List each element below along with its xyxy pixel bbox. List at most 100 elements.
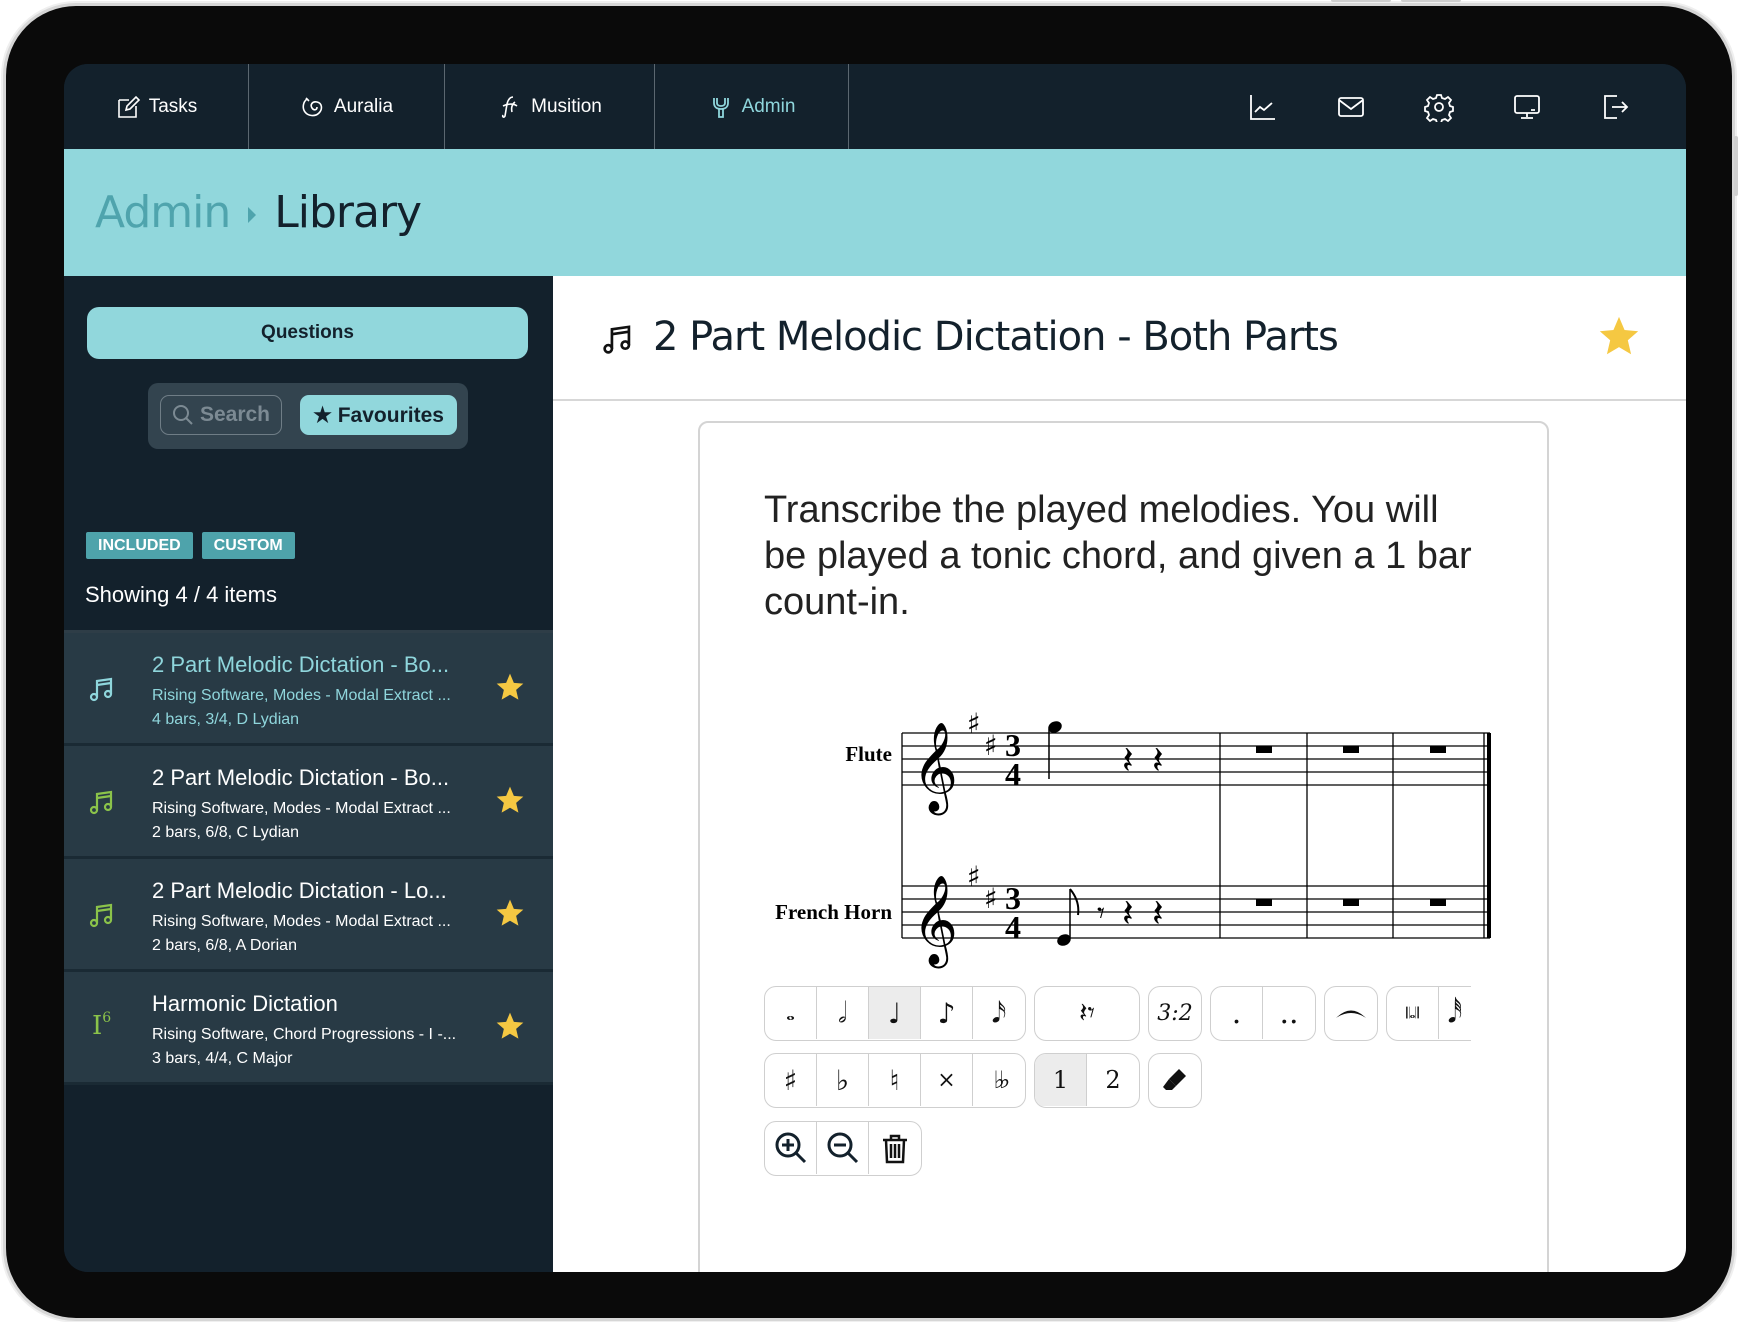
favourites-button[interactable]: ★ Favourites [300,395,457,435]
star-icon[interactable] [494,671,526,703]
star-icon[interactable] [494,897,526,929]
music-note-icon [89,903,113,928]
double-sharp-button[interactable]: × [921,1054,973,1106]
wrench-icon [712,97,729,118]
rest-group: 𝄽𝄾 [1034,986,1140,1041]
part-label-flute: Flute [845,742,892,766]
chord-inversion: 6 [102,1010,112,1026]
sharp-icon: ♯ [967,707,981,740]
monitor-icon[interactable] [1512,92,1542,122]
list-item-title: 2 Part Melodic Dictation - Bo... [152,652,450,677]
eraser-button[interactable] [1149,1054,1201,1106]
flat-button[interactable]: ♭ [817,1054,869,1106]
musition-logo-icon [502,95,518,118]
music-note-icon [89,790,113,815]
question-header: 2 Part Melodic Dictation - Both Parts [553,276,1686,401]
tuplet-button[interactable]: 3:2 [1149,987,1201,1039]
bar-rests [1256,746,1446,906]
half-note-button[interactable]: 𝅗𝅥 [817,987,869,1039]
search-button[interactable]: Search [160,395,282,435]
flute-notes [1048,721,1062,779]
star-icon[interactable] [494,784,526,816]
nav-tab-tasks[interactable]: Tasks [64,64,249,149]
list-item[interactable]: I6 Harmonic Dictation Rising Software, C… [64,972,553,1085]
gear-icon[interactable] [1424,92,1454,122]
zoom-out-button[interactable] [817,1122,869,1174]
questions-button[interactable]: Questions [87,307,528,359]
question-title: 2 Part Melodic Dictation - Both Parts [653,314,1339,360]
sixteenth-note-button[interactable]: 𝅘𝅥𝅯 [973,987,1025,1039]
tag-included[interactable]: INCLUDED [86,532,193,559]
sharp-button[interactable]: ♯ [765,1054,817,1106]
sharp-icon: ♯ [984,882,998,915]
whole-note-button[interactable]: 𝅝 [765,987,817,1039]
delete-button[interactable] [869,1122,921,1174]
rest-button[interactable]: 𝄽𝄾 [1035,987,1139,1039]
tag-custom[interactable]: CUSTOM [201,532,295,559]
edit-icon [117,95,140,118]
nav-tab-auralia[interactable]: Auralia [249,64,445,149]
natural-button[interactable]: ♮ [869,1054,921,1106]
quarter-rest-icon: 𝄽 [1122,738,1134,782]
time-signature: 34 34 [1005,727,1021,945]
trash-icon [883,1134,907,1164]
list-item[interactable]: 2 Part Melodic Dictation - Lo... Rising … [64,859,553,972]
sharp-icon: ♯ [967,860,981,893]
list-item-subtitle: Rising Software, Chord Progressions - I … [152,1026,457,1043]
nav-tab-musition[interactable]: Musition [445,64,655,149]
tie-button[interactable] [1325,987,1377,1039]
list-item-meta: 3 bars, 4/4, C Major [152,1050,293,1067]
dot-button[interactable]: . [1211,987,1263,1039]
tag-filters: INCLUDED CUSTOM [86,532,295,559]
music-note-icon [89,677,113,702]
list-item-title: 2 Part Melodic Dictation - Lo... [152,878,447,903]
zoom-in-icon [775,1132,806,1164]
voice-group: 1 2 [1034,1053,1140,1108]
quarter-rest-icon: 𝄽 [1152,738,1164,782]
search-icon [172,405,193,425]
logout-icon[interactable] [1600,92,1630,122]
favourite-star-icon[interactable] [1596,313,1642,359]
double-flat-button[interactable]: ♭♭ [973,1054,1025,1106]
treble-clef-icon: 𝄞 [912,722,958,816]
nav-tab-admin[interactable]: Admin [655,64,849,149]
thirtysecond-note-button[interactable]: 𝅘𝅥𝅰 [1439,987,1471,1039]
mail-icon[interactable] [1336,92,1366,122]
breadcrumb-admin-link[interactable]: Admin [95,187,231,238]
double-dot-button[interactable]: .. [1263,987,1315,1039]
treble-clef-icon: 𝄞 [912,875,958,969]
device-button [1331,0,1391,2]
quarter-note-button[interactable]: ♩ [869,987,921,1039]
question-detail: 2 Part Melodic Dictation - Both Parts Tr… [553,276,1686,1272]
top-navigation: Tasks Auralia Musition Admin [64,64,1686,149]
list-item[interactable]: 2 Part Melodic Dictation - Bo... Rising … [64,746,553,859]
zoom-out-icon [827,1132,858,1164]
device-button [1734,136,1738,196]
chart-icon[interactable] [1248,92,1278,122]
view-group [764,1121,922,1176]
nav-tab-label: Musition [531,95,602,117]
sharp-icon: ♯ [984,729,998,762]
chord-numeral-icon: I6 [92,1010,111,1041]
list-item-subtitle: Rising Software, Modes - Modal Extract .… [152,913,451,930]
star-icon[interactable] [494,1010,526,1042]
tie-group [1324,986,1378,1041]
accidental-group: ♯ ♭ ♮ × ♭♭ [764,1053,1026,1108]
voice-2-button[interactable]: 2 [1087,1054,1139,1106]
zoom-in-button[interactable] [765,1122,817,1174]
list-item[interactable]: 2 Part Melodic Dictation - Bo... Rising … [64,633,553,746]
nav-tab-label: Admin [741,95,796,117]
tablet-frame: Tasks Auralia Musition Admin Admin Libra… [6,0,1738,1318]
eraser-icon [1163,1069,1186,1090]
dot-group: . .. [1210,986,1316,1041]
breadcrumb: Admin Library [64,149,1686,276]
music-score[interactable]: Flute French Horn 𝄞 𝄞 ♯ ♯ ♯ ♯ 34 34 𝄽 𝄽 … [762,693,1502,983]
whole-rest-bar-button[interactable]: 𝄃𝅝𝄂 [1387,987,1439,1039]
voice-1-button[interactable]: 1 [1035,1054,1087,1106]
question-list: 2 Part Melodic Dictation - Bo... Rising … [64,630,553,1085]
quarter-rest-icon: 𝄽 [1122,891,1134,935]
eighth-note-button[interactable]: ♪ [921,987,973,1039]
item-count: Showing 4 / 4 items [85,582,277,607]
svg-text:4: 4 [1005,756,1021,792]
eighth-rest-icon: 𝄾 [1097,896,1105,931]
